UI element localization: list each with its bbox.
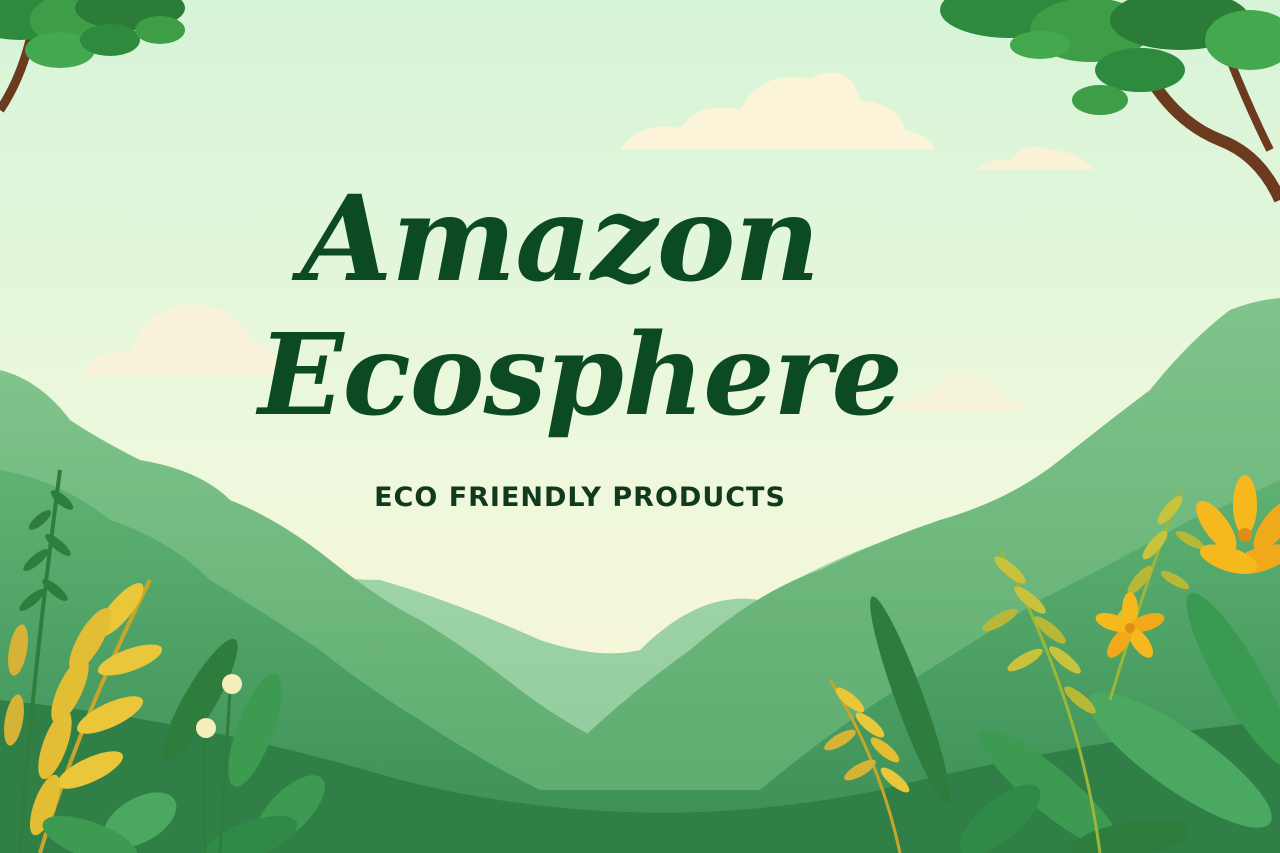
brand-title-line2: Ecosphere	[258, 310, 903, 441]
poster-canvas: Amazon Ecosphere ECO FRIENDLY PRODUCTS	[0, 0, 1280, 853]
brand-title-line1: Amazon	[300, 169, 820, 308]
brand-tagline: ECO FRIENDLY PRODUCTS	[374, 482, 786, 513]
brand-title: Amazon Ecosphere	[200, 180, 960, 432]
